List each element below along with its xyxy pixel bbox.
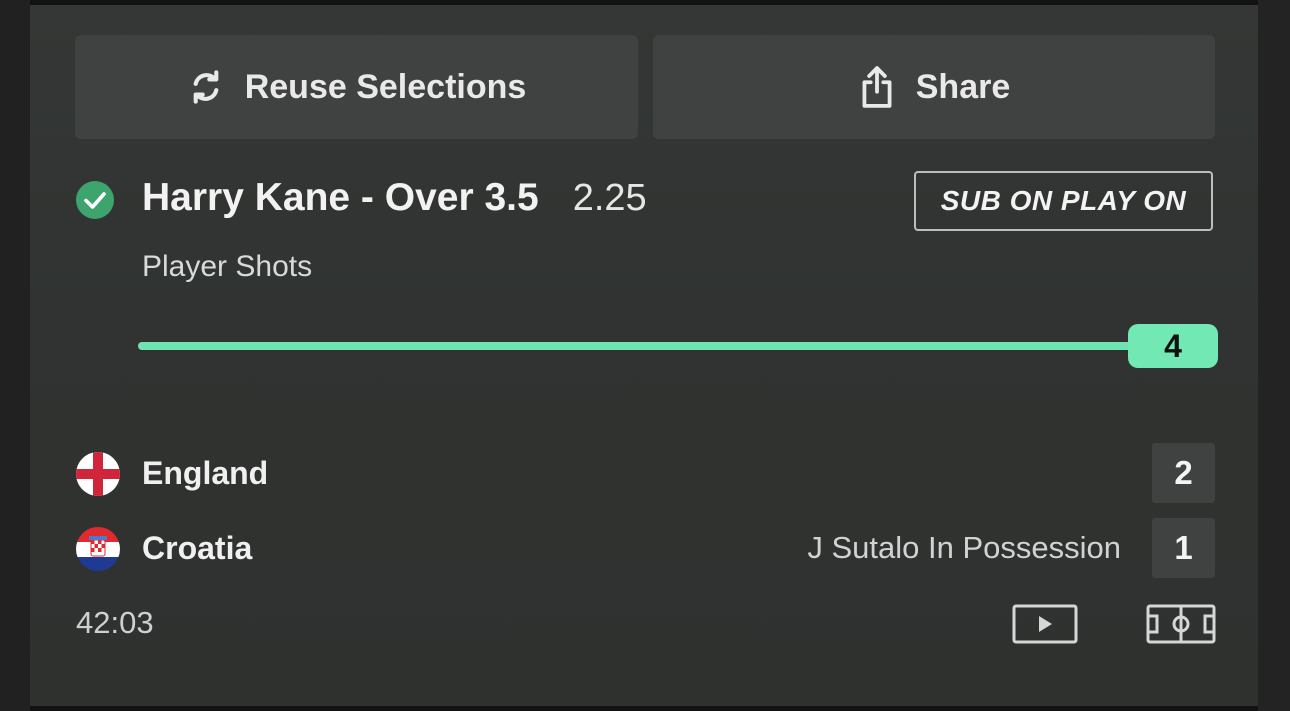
share-label: Share bbox=[915, 67, 1011, 106]
team-score: 1 bbox=[1152, 518, 1215, 578]
england-flag-icon bbox=[75, 451, 121, 497]
team-name: England bbox=[142, 455, 269, 491]
team-row-croatia: Croatia J Sutalo In Possession 1 bbox=[75, 518, 1215, 578]
left-edge bbox=[0, 0, 30, 711]
team-name: Croatia bbox=[142, 530, 253, 566]
reuse-selections-label: Reuse Selections bbox=[244, 67, 527, 106]
progress-value-pill: 4 bbox=[1128, 324, 1218, 368]
croatia-flag-icon bbox=[75, 526, 121, 572]
team-score: 2 bbox=[1152, 443, 1215, 503]
selection-name: Harry Kane - Over 3.5 bbox=[142, 176, 539, 219]
selection-odds: 2.25 bbox=[572, 177, 647, 219]
selection-header: Harry Kane - Over 3.5 2.25 bbox=[142, 176, 647, 220]
bottom-edge bbox=[0, 706, 1290, 711]
pitch-icon[interactable] bbox=[1146, 603, 1216, 645]
possession-status: J Sutalo In Possession bbox=[807, 530, 1121, 565]
market-name: Player Shots bbox=[142, 250, 313, 283]
progress-fill bbox=[138, 342, 1133, 350]
share-icon bbox=[858, 65, 896, 109]
match-clock: 42:03 bbox=[76, 605, 154, 640]
refresh-icon bbox=[187, 68, 225, 106]
share-button[interactable]: Share bbox=[653, 35, 1215, 139]
team-row-england: England 2 bbox=[75, 443, 1215, 503]
check-circle-icon bbox=[75, 180, 115, 220]
progress-track bbox=[138, 342, 1133, 350]
right-edge bbox=[1258, 0, 1290, 711]
video-play-icon[interactable] bbox=[1012, 603, 1078, 645]
reuse-selections-button[interactable]: Reuse Selections bbox=[75, 35, 638, 139]
sub-on-play-on-badge[interactable]: SUB ON PLAY ON bbox=[914, 171, 1213, 231]
